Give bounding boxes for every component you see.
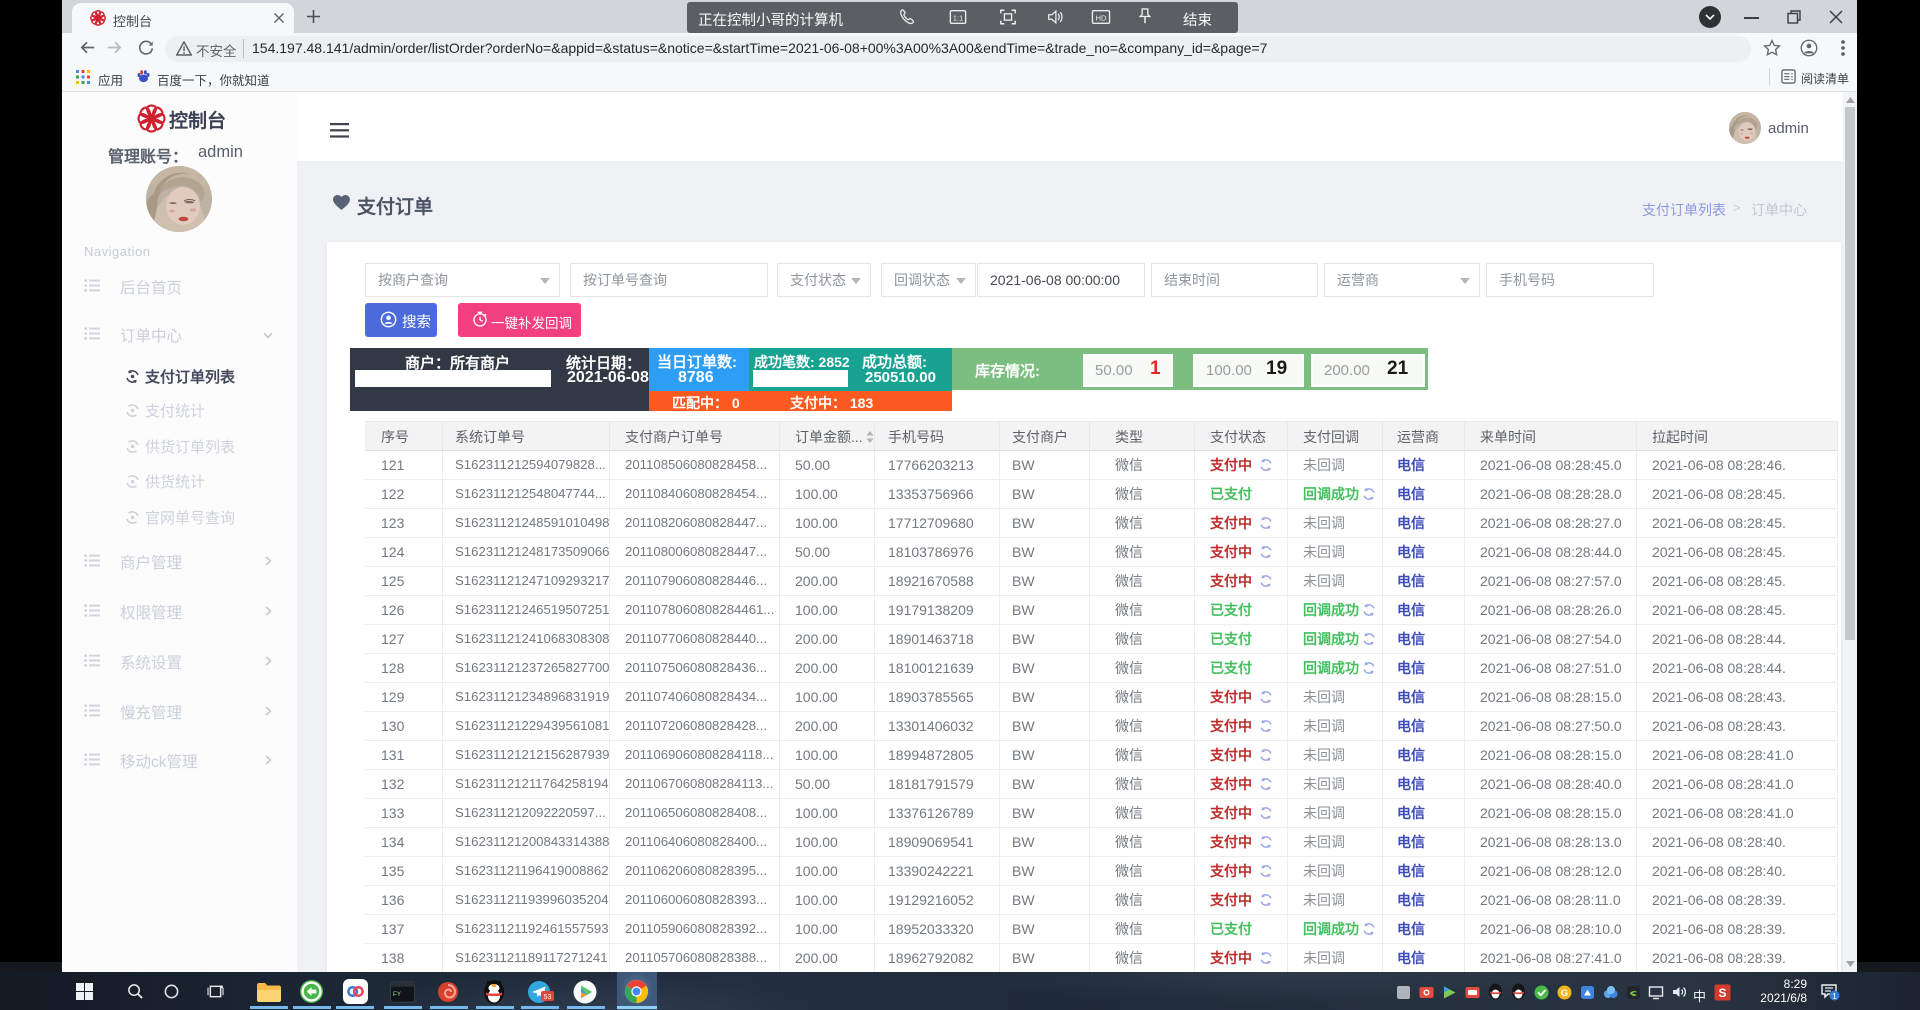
svg-text:1: 1 (1832, 991, 1837, 1001)
svg-text:53: 53 (544, 994, 552, 1001)
svg-text:G: G (1561, 988, 1568, 999)
svg-text:FY: FY (393, 991, 401, 999)
svg-text:S: S (1718, 986, 1726, 1000)
svg-text:HD: HD (1095, 13, 1107, 22)
svg-text:1:1: 1:1 (953, 13, 964, 22)
